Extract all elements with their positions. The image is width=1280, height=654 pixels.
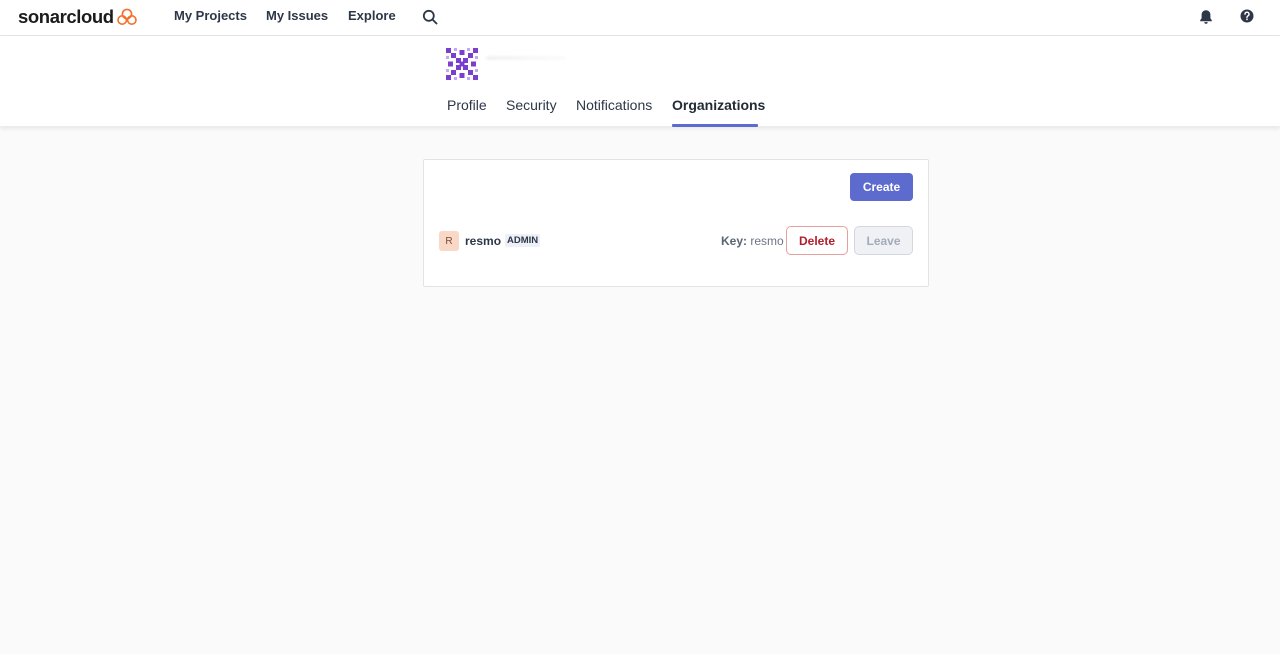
delete-organization-button[interactable]: Delete bbox=[786, 226, 848, 255]
help-icon[interactable] bbox=[1240, 9, 1254, 23]
sonarcloud-logo[interactable]: sonarcloud bbox=[18, 5, 137, 29]
organization-key-value: resmo bbox=[750, 234, 784, 248]
logo-text: sonarcloud bbox=[18, 6, 114, 27]
blurred-user-name bbox=[486, 56, 566, 60]
user-avatar bbox=[446, 48, 478, 80]
tab-profile[interactable]: Profile bbox=[447, 97, 487, 113]
leave-organization-button[interactable]: Leave bbox=[854, 226, 913, 255]
organization-key: Key: resmo bbox=[721, 234, 784, 248]
create-organization-button[interactable]: Create bbox=[850, 173, 913, 201]
nav-my-issues[interactable]: My Issues bbox=[266, 8, 328, 23]
tab-security[interactable]: Security bbox=[506, 97, 557, 113]
search-icon[interactable] bbox=[422, 9, 438, 25]
tab-notifications[interactable]: Notifications bbox=[576, 97, 652, 113]
tab-organizations[interactable]: Organizations bbox=[672, 97, 765, 113]
bell-icon[interactable] bbox=[1199, 9, 1213, 25]
admin-badge: ADMIN bbox=[505, 234, 541, 247]
top-navigation-bar: sonarcloud My Projects My Issues Explore bbox=[0, 0, 1280, 36]
organization-key-label: Key: bbox=[721, 234, 748, 248]
organization-avatar: R bbox=[439, 231, 459, 251]
cloud-logo-icon bbox=[116, 8, 137, 26]
organizations-card: Create R resmo ADMIN Key: resmo Delete L… bbox=[423, 159, 929, 287]
nav-explore[interactable]: Explore bbox=[348, 8, 396, 23]
organization-name[interactable]: resmo bbox=[465, 234, 501, 248]
active-tab-indicator bbox=[672, 124, 758, 127]
nav-my-projects[interactable]: My Projects bbox=[174, 8, 247, 23]
organization-row: R resmo ADMIN Key: resmo Delete Leave bbox=[424, 226, 928, 256]
profile-header: Profile Security Notifications Organizat… bbox=[0, 36, 1280, 127]
